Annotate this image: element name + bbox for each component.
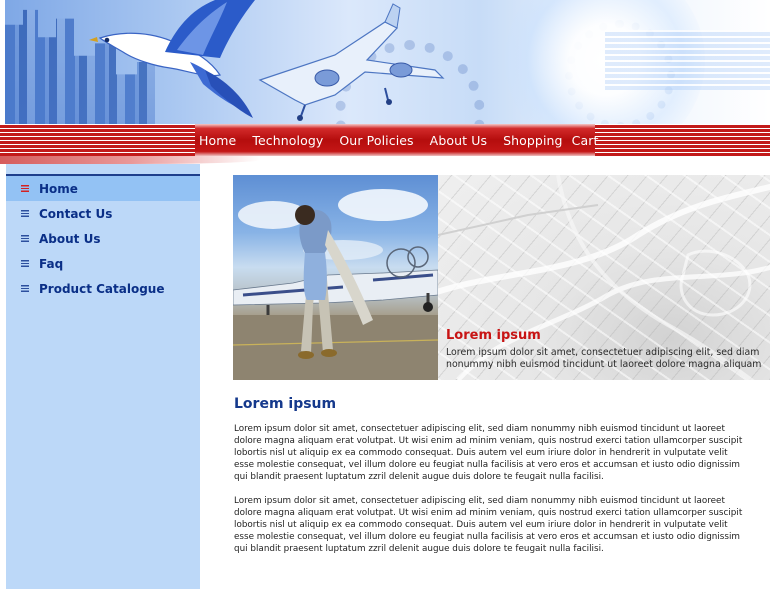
dove-icon [89,0,255,118]
feature-caption-text: Lorem ipsum dolor sit amet, consectetuer… [446,347,762,370]
sidebar: Home Contact Us About Us Faq Product Cat… [6,164,200,589]
list-bullet-icon [21,285,29,292]
sidebar-item-label: About Us [39,231,101,246]
nav-item-about-us[interactable]: About Us [430,133,487,148]
feature-panel: Lorem ipsum Lorem ipsum dolor sit amet, … [233,175,770,380]
sidebar-item-product-catalogue[interactable]: Product Catalogue [6,276,200,301]
sidebar-item-about-us[interactable]: About Us [6,226,200,251]
nav-item-home[interactable]: Home [199,133,236,148]
top-nav-menu: Home Technology Our Policies About Us Sh… [199,124,614,156]
list-bullet-icon [21,210,29,217]
nav-item-our-policies[interactable]: Our Policies [339,133,413,148]
body-paragraph-1: Lorem ipsum dolor sit amet, consectetuer… [234,424,743,483]
nav-item-shopping-cart[interactable]: Shopping Cart [503,133,598,148]
sidebar-item-faq[interactable]: Faq [6,251,200,276]
list-bullet-icon [21,260,29,267]
sidebar-menu: Home Contact Us About Us Faq Product Cat… [6,176,200,301]
list-bullet-icon [21,235,29,242]
sidebar-item-home[interactable]: Home [6,176,200,201]
nav-stripe-right [595,124,770,156]
top-nav-bar: Home Technology Our Policies About Us Sh… [0,124,770,156]
banner-illustration [89,0,445,121]
main-heading: Lorem ipsum [234,396,337,412]
sidebar-item-label: Contact Us [39,206,113,221]
feature-caption-title: Lorem ipsum [446,328,541,343]
header-banner [5,0,770,124]
sidebar-item-label: Faq [39,256,64,271]
airplane-icon [258,3,445,121]
feature-photo [233,175,438,380]
red-swoosh-decoration [0,156,260,164]
sidebar-item-label: Home [39,181,78,196]
nav-stripe-left [0,124,195,156]
sidebar-item-contact-us[interactable]: Contact Us [6,201,200,226]
couple-airplane-photo [233,189,438,380]
sidebar-item-label: Product Catalogue [39,281,165,296]
nav-item-technology[interactable]: Technology [252,133,323,148]
body-paragraph-2: Lorem ipsum dolor sit amet, consectetuer… [234,496,743,555]
list-bullet-icon [21,185,29,192]
